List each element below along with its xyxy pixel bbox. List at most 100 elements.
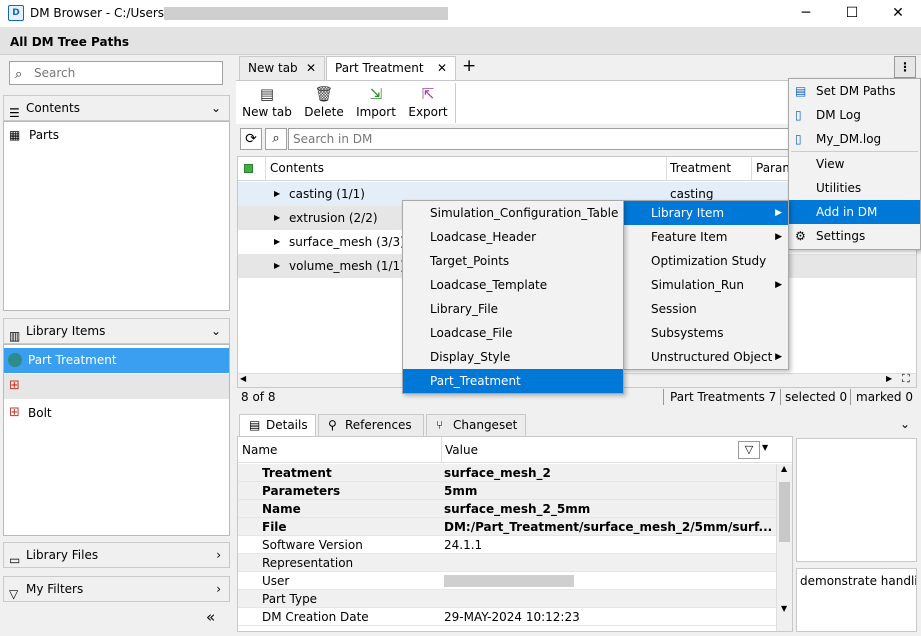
select-all-checkbox[interactable] xyxy=(244,164,253,173)
library-item-bolt[interactable]: ⊞ Bolt xyxy=(4,401,229,426)
menu-item-library-item[interactable]: Library Item ▶ xyxy=(624,201,788,225)
table-row[interactable]: Part Type xyxy=(238,590,776,608)
search-icon[interactable]: ⌕ xyxy=(265,128,287,150)
scroll-left-icon[interactable]: ◀ xyxy=(240,374,246,383)
close-button[interactable]: ✕ xyxy=(875,0,921,27)
details-vscrollbar[interactable]: ▲ ▼ xyxy=(776,464,792,631)
menu-item-part-treatment[interactable]: Part_Treatment xyxy=(403,369,623,393)
menu-item-my-dm-log[interactable]: ▯ My_DM.log xyxy=(789,127,920,151)
contents-label: Contents xyxy=(26,101,80,115)
contents-header[interactable]: ☰ Contents ⌄ xyxy=(3,95,230,121)
table-row[interactable]: Parameters 5mm xyxy=(238,482,776,500)
import-button[interactable]: ⇲ Import xyxy=(352,85,400,119)
menu-item-dm-log[interactable]: ▯ DM Log xyxy=(789,103,920,127)
my-filters-header[interactable]: ▽ My Filters › xyxy=(3,576,230,602)
menu-item-view[interactable]: View xyxy=(789,152,920,176)
new-tab-button[interactable]: ▤ New tab xyxy=(242,85,292,119)
menu-item-settings[interactable]: ⚙ Settings xyxy=(789,224,920,248)
scroll-down-icon[interactable]: ▼ xyxy=(781,604,787,613)
chevron-down-icon: ⌄ xyxy=(210,101,221,115)
import-icon: ⇲ xyxy=(369,85,383,103)
scroll-up-icon[interactable]: ▲ xyxy=(781,464,787,473)
selected-count: selected 0 xyxy=(785,390,848,404)
row-name: Representation xyxy=(262,556,354,570)
collapse-sidebar-button[interactable]: « xyxy=(206,608,215,626)
row-name: Parameters xyxy=(262,484,341,498)
menu-item-utilities[interactable]: Utilities xyxy=(789,176,920,200)
trash-icon: 🗑 xyxy=(314,85,334,103)
menu-label: Loadcase_Header xyxy=(430,230,537,244)
menu-item-library-file[interactable]: Library_File xyxy=(403,297,623,321)
table-row[interactable]: DM Creation Date 29-MAY-2024 10:12:23 xyxy=(238,608,776,626)
col-name[interactable]: Name xyxy=(242,443,277,457)
tab-new-tab[interactable]: New tab ✕ xyxy=(239,56,325,80)
table-row[interactable]: Treatment surface_mesh_2 xyxy=(238,464,776,482)
table-row[interactable]: Representation xyxy=(238,554,776,572)
menu-item-add-in-dm[interactable]: Add in DM xyxy=(789,200,920,224)
refresh-button[interactable]: ⟳ xyxy=(240,128,262,150)
table-row[interactable]: File DM:/Part_Treatment/surface_mesh_2/5m… xyxy=(238,518,776,536)
menu-item-unstructured-object[interactable]: Unstructured Object ▶ xyxy=(624,345,788,369)
minimize-button[interactable]: ─ xyxy=(783,0,829,27)
menu-item-loadcase-header[interactable]: Loadcase_Header xyxy=(403,225,623,249)
menu-label: Loadcase_File xyxy=(430,326,513,340)
col-contents[interactable]: Contents xyxy=(270,157,324,180)
export-button[interactable]: ⇱ Export xyxy=(404,85,452,119)
col-treatment[interactable]: Treatment xyxy=(670,157,731,180)
col-divider xyxy=(751,157,752,181)
menu-item-session[interactable]: Session xyxy=(624,297,788,321)
filter-icon[interactable]: ▽ xyxy=(738,441,760,459)
menu-item-set-dm-paths[interactable]: ▤ Set DM Paths xyxy=(789,79,920,103)
expand-icon[interactable]: ▶ xyxy=(274,254,280,278)
search-input[interactable]: ⌕ Search xyxy=(9,61,223,85)
tab-details[interactable]: ▤ Details xyxy=(239,414,316,436)
tab-part-treatment[interactable]: Part Treatment ✕ xyxy=(326,56,456,80)
delete-button[interactable]: 🗑 Delete xyxy=(300,85,348,119)
resize-icon[interactable]: ⛶ xyxy=(902,372,910,386)
treatment-icon xyxy=(8,353,22,367)
row-value: surface_mesh_2 xyxy=(444,466,551,480)
menu-item-target-points[interactable]: Target_Points xyxy=(403,249,623,273)
tab-references[interactable]: ⚲ References xyxy=(318,414,424,436)
menu-item-loadcase-file[interactable]: Loadcase_File xyxy=(403,321,623,345)
paths-icon: ▤ xyxy=(795,84,807,98)
menu-item-subsystems[interactable]: Subsystems xyxy=(624,321,788,345)
row-name: File xyxy=(262,520,287,534)
menu-item-simulation-configuration-table[interactable]: Simulation_Configuration_Table xyxy=(403,201,623,225)
library-files-label: Library Files xyxy=(26,548,99,562)
expand-icon[interactable]: ▶ xyxy=(274,206,280,230)
menu-label: Loadcase_Template xyxy=(430,278,548,292)
col-value[interactable]: Value xyxy=(445,443,478,457)
close-icon[interactable]: ✕ xyxy=(306,57,316,79)
tab-label: Details xyxy=(266,418,308,432)
library-item-part-treatment[interactable]: Part Treatment xyxy=(4,348,229,373)
chevron-down-icon[interactable]: ⌄ xyxy=(900,417,910,431)
maximize-button[interactable]: ☐ xyxy=(829,0,875,27)
chevron-down-icon[interactable]: ▼ xyxy=(762,443,768,452)
library-item-unnamed[interactable]: ⊞ xyxy=(4,374,229,399)
menu-item-feature-item[interactable]: Feature Item ▶ xyxy=(624,225,788,249)
menu-item-optimization-study[interactable]: Optimization Study xyxy=(624,249,788,273)
scroll-thumb[interactable] xyxy=(779,482,790,542)
close-icon[interactable]: ✕ xyxy=(437,57,447,79)
library-items-header[interactable]: ▥ Library Items ⌄ xyxy=(3,318,230,344)
parts-icon: ▦ xyxy=(9,128,21,142)
contents-item-parts[interactable]: Parts xyxy=(29,128,59,142)
menu-label: Set DM Paths xyxy=(816,84,896,98)
add-tab-button[interactable]: + xyxy=(462,56,476,76)
row-value: 29-MAY-2024 10:12:23 xyxy=(444,610,580,624)
scroll-right-icon[interactable]: ▶ xyxy=(886,374,892,383)
tab-changeset[interactable]: ⑂ Changeset xyxy=(426,414,526,436)
search-dm-input[interactable]: Search in DM xyxy=(288,128,798,150)
menu-item-loadcase-template[interactable]: Loadcase_Template xyxy=(403,273,623,297)
table-row[interactable]: User xyxy=(238,572,776,590)
table-row[interactable]: Software Version 24.1.1 xyxy=(238,536,776,554)
menu-label: Simulation_Configuration_Table xyxy=(430,206,619,220)
menu-item-simulation-run[interactable]: Simulation_Run ▶ xyxy=(624,273,788,297)
expand-icon[interactable]: ▶ xyxy=(274,182,280,206)
table-row[interactable]: Name surface_mesh_2_5mm xyxy=(238,500,776,518)
menu-item-display-style[interactable]: Display_Style xyxy=(403,345,623,369)
more-menu-button[interactable]: ⋮ xyxy=(894,56,916,78)
expand-icon[interactable]: ▶ xyxy=(274,230,280,254)
library-files-header[interactable]: ▭ Library Files › xyxy=(3,542,230,568)
